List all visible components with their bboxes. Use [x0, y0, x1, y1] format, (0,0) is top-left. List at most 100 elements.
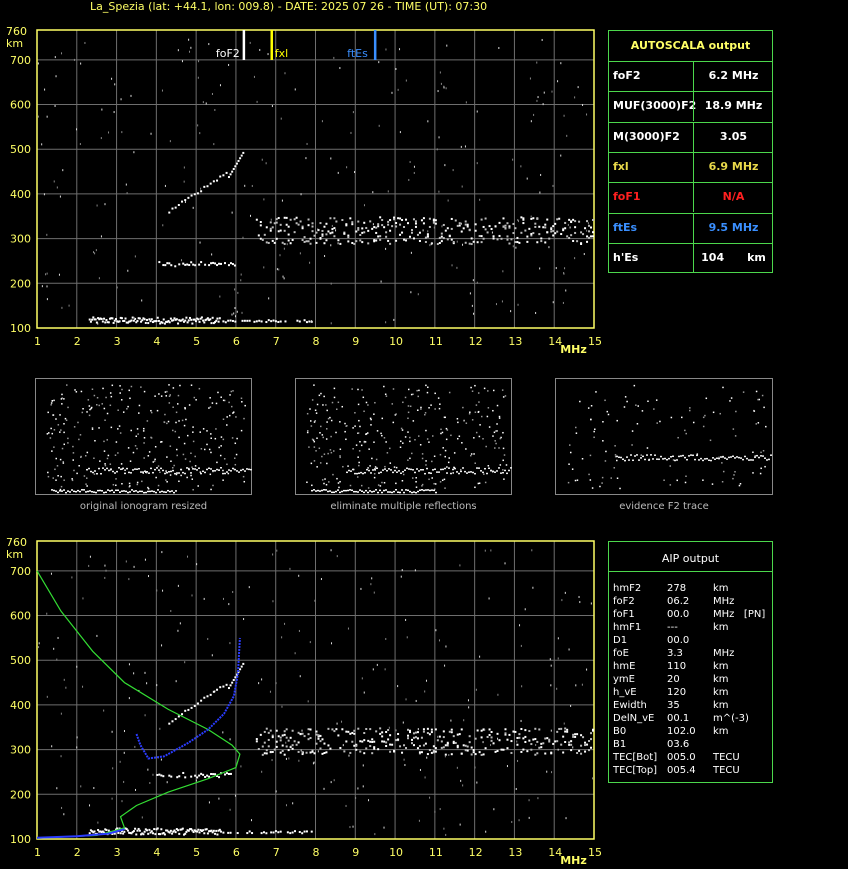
- thumb-point: [104, 419, 106, 421]
- thumb-point: [53, 489, 55, 492]
- thumb-point: [159, 471, 161, 474]
- thumb-point: [216, 461, 218, 464]
- thumb-point: [192, 440, 195, 443]
- echo-point: [576, 752, 579, 755]
- echo-point: [194, 774, 197, 777]
- echo-point: [381, 740, 384, 743]
- echo-point: [205, 828, 208, 831]
- echo-point: [293, 218, 296, 221]
- echo-point: [127, 269, 129, 272]
- thumb-point: [328, 481, 330, 483]
- echo-point: [365, 226, 368, 229]
- thumb-point: [222, 418, 225, 421]
- echo-point: [416, 731, 419, 734]
- thumb-point: [425, 429, 427, 432]
- thumb-point: [120, 463, 123, 465]
- echo-point: [540, 240, 543, 243]
- thumb-point: [635, 404, 637, 406]
- echo-point: [341, 728, 344, 731]
- divider: [693, 122, 694, 152]
- thumb-point: [719, 412, 721, 415]
- echo-point: [149, 320, 152, 323]
- thumb-point: [322, 404, 324, 406]
- echo-point: [425, 679, 427, 682]
- echo-point: [279, 830, 282, 833]
- echo-point: [415, 699, 417, 702]
- thumb-point: [388, 468, 390, 470]
- thumb-point: [65, 419, 68, 422]
- echo-point: [389, 219, 392, 222]
- echo-point: [456, 224, 459, 227]
- x-tick-label: 10: [389, 846, 403, 859]
- echo-point: [510, 310, 512, 313]
- autoscala-value: 3.05: [719, 129, 748, 143]
- echo-point: [414, 731, 417, 734]
- thumb-point: [439, 481, 442, 483]
- thumb-point: [192, 488, 194, 491]
- echo-point: [402, 721, 404, 724]
- thumb-point: [120, 468, 122, 471]
- echo-point: [168, 722, 171, 725]
- echo-point: [261, 678, 263, 681]
- thumb-point: [214, 470, 216, 472]
- thumb-point: [234, 463, 237, 466]
- thumb-point: [385, 489, 387, 491]
- echo-point: [239, 668, 242, 671]
- echo-point: [561, 599, 563, 602]
- thumb-point: [337, 482, 340, 484]
- echo-point: [546, 218, 549, 221]
- echo-point: [462, 227, 465, 230]
- echo-point: [313, 752, 316, 755]
- echo-point: [111, 730, 113, 733]
- echo-point: [351, 221, 354, 224]
- thumb-point: [202, 470, 204, 473]
- echo-point: [590, 746, 593, 749]
- echo-point: [492, 237, 495, 240]
- thumb-point: [71, 489, 73, 491]
- echo-point: [307, 224, 310, 227]
- thumb-point: [173, 464, 175, 467]
- echo-point: [463, 719, 465, 722]
- echo-point: [180, 259, 182, 262]
- thumb-point: [414, 471, 416, 474]
- thumb-point: [674, 459, 676, 462]
- thumb-point: [168, 384, 170, 386]
- echo-points: [38, 549, 595, 836]
- echo-point: [410, 231, 413, 234]
- thumb-point: [63, 479, 65, 481]
- thumb-point: [365, 401, 368, 404]
- echo-point: [508, 733, 511, 736]
- echo-point: [557, 637, 559, 640]
- thumb-point: [354, 425, 356, 427]
- echo-point: [170, 775, 173, 778]
- echo-point: [543, 91, 545, 94]
- echo-point: [196, 192, 199, 195]
- echo-point: [512, 158, 514, 161]
- thumb-point: [481, 415, 483, 418]
- echo-point: [159, 727, 161, 730]
- thumb-point: [494, 440, 496, 442]
- thumb-point: [472, 471, 474, 474]
- echo-point: [524, 229, 527, 232]
- thumb-point: [344, 430, 346, 433]
- echo-point: [181, 827, 184, 830]
- thumb-point: [714, 458, 716, 460]
- thumb-point: [474, 462, 476, 464]
- thumb-point: [670, 456, 672, 458]
- echo-point: [537, 797, 539, 800]
- x-tick-label: 3: [114, 335, 121, 348]
- echo-point: [200, 699, 203, 702]
- thumb-point: [224, 472, 226, 475]
- echo-point: [330, 549, 332, 552]
- echo-point: [403, 225, 406, 228]
- thumb-point: [230, 390, 233, 393]
- echo-point: [203, 832, 206, 835]
- echo-point: [212, 829, 215, 832]
- thumb-point: [486, 472, 488, 475]
- echo-point: [37, 62, 39, 65]
- echo-point: [116, 286, 118, 289]
- echo-point: [150, 318, 153, 321]
- echo-point: [228, 63, 230, 66]
- thumb-point: [170, 460, 172, 462]
- echo-point: [464, 223, 467, 226]
